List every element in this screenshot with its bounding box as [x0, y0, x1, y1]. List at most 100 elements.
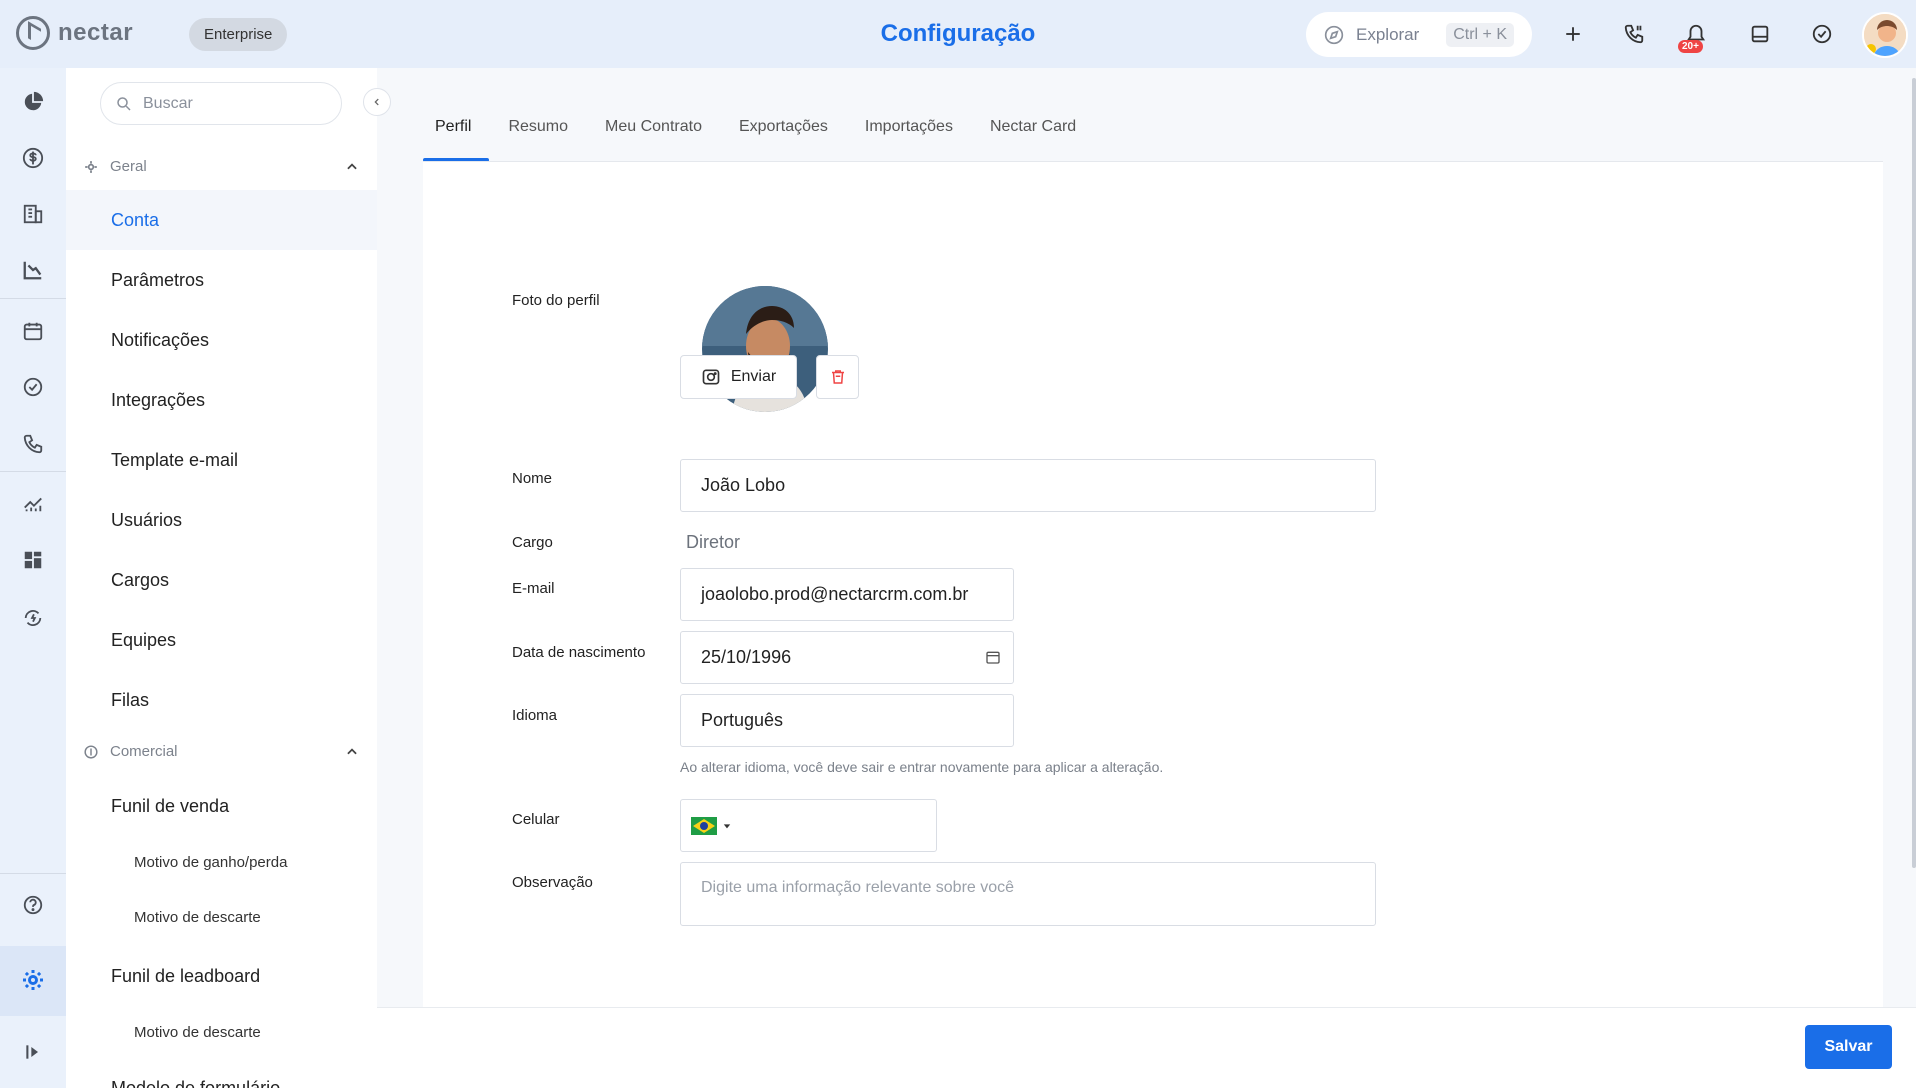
section-label: Comercial — [110, 743, 178, 760]
chevron-up-icon — [347, 162, 357, 169]
rail-companies[interactable] — [17, 198, 49, 230]
sidebar-item-usuarios[interactable]: Usuários — [111, 510, 182, 531]
rail-reports[interactable] — [17, 254, 49, 286]
language-select[interactable]: Português — [680, 694, 1014, 747]
delete-photo-button[interactable] — [816, 355, 859, 399]
app-logo[interactable]: nectar — [16, 16, 133, 50]
explore-search-button[interactable]: Explorar Ctrl + K — [1306, 12, 1532, 57]
chevron-left-icon — [374, 98, 379, 106]
calendar-icon — [23, 322, 43, 341]
rail-expand[interactable] — [17, 1036, 49, 1068]
inbox-button[interactable] — [1744, 18, 1776, 50]
chevron-up-icon — [347, 747, 357, 754]
building-icon — [23, 204, 43, 224]
search-placeholder: Buscar — [143, 94, 193, 112]
role-label: Cargo — [512, 534, 553, 551]
country-selector[interactable] — [691, 816, 731, 835]
explore-shortcut: Ctrl + K — [1446, 22, 1514, 47]
section-comercial-header[interactable]: Comercial — [84, 743, 359, 760]
add-button[interactable] — [1557, 18, 1589, 50]
section-label: Geral — [110, 158, 147, 175]
user-avatar[interactable] — [1862, 12, 1908, 58]
left-rail — [0, 68, 66, 1088]
role-value: Diretor — [686, 532, 741, 552]
dashboard-icon — [24, 551, 42, 569]
collapse-sidebar-button[interactable] — [363, 88, 391, 116]
brazil-flag-icon — [691, 816, 717, 835]
sidebar-item-cargos[interactable]: Cargos — [111, 570, 169, 591]
tasks-button[interactable] — [1806, 18, 1838, 50]
sidebar-item-notificacoes[interactable]: Notificações — [111, 330, 209, 351]
calls-button[interactable] — [1618, 18, 1650, 50]
inbox-icon — [1751, 25, 1769, 43]
sidebar-item-funil-de-venda[interactable]: Funil de venda — [111, 796, 229, 817]
camera-icon — [702, 369, 720, 385]
settings-sidebar: Buscar Geral Conta Parâmetros Notificaçõ… — [66, 68, 377, 1088]
rail-settings[interactable] — [17, 964, 49, 996]
phone-icon — [23, 434, 43, 454]
phone-input[interactable] — [680, 799, 937, 852]
tab-exportacoes[interactable]: Exportações — [727, 118, 840, 162]
section-geral-header[interactable]: Geral — [84, 158, 359, 175]
rail-tasks[interactable] — [17, 371, 49, 403]
page-scrollbar[interactable] — [1912, 78, 1916, 868]
search-icon — [117, 96, 131, 111]
email-label: E-mail — [512, 580, 555, 597]
upload-label: Enviar — [730, 368, 777, 385]
sidebar-item-modelo-formulario[interactable]: Modelo de formulário — [111, 1078, 280, 1088]
sidebar-item-parametros[interactable]: Parâmetros — [111, 270, 204, 291]
rail-widgets[interactable] — [17, 544, 49, 576]
tab-importacoes[interactable]: Importações — [853, 118, 965, 162]
sidebar-search-input[interactable]: Buscar — [100, 82, 342, 125]
email-input[interactable]: joaolobo.prod@nectarcrm.com.br — [680, 568, 1014, 621]
sidebar-subitem-motivo-ganho-perda[interactable]: Motivo de ganho/perda — [134, 854, 287, 871]
rail-dashboard[interactable] — [17, 86, 49, 118]
check-circle-icon — [1812, 24, 1832, 44]
rail-calls[interactable] — [17, 428, 49, 460]
plus-icon — [1566, 27, 1580, 41]
notes-label: Observação — [512, 874, 593, 891]
notes-textarea[interactable]: Digite uma informação relevante sobre vo… — [680, 862, 1376, 926]
name-input[interactable]: João Lobo — [680, 459, 1376, 512]
sidebar-item-conta[interactable]: Conta — [111, 210, 159, 231]
photo-label: Foto do perfil — [512, 292, 600, 309]
main-content: Perfil Resumo Meu Contrato Exportações I… — [377, 68, 1916, 1088]
rail-analytics[interactable] — [17, 487, 49, 519]
sidebar-subitem-motivo-descarte-lead[interactable]: Motivo de descarte — [134, 1024, 261, 1041]
notification-count-badge: 20+ — [1678, 40, 1703, 53]
save-button[interactable]: Salvar — [1805, 1025, 1892, 1069]
tab-perfil[interactable]: Perfil — [423, 118, 483, 162]
rail-calendar[interactable] — [17, 315, 49, 347]
birthdate-input[interactable]: 25/10/1996 — [680, 631, 1014, 684]
language-hint: Ao alterar idioma, você deve sair e entr… — [680, 759, 1164, 775]
rail-deals[interactable] — [17, 142, 49, 174]
chart-down-icon — [23, 261, 42, 280]
tab-resumo[interactable]: Resumo — [496, 118, 580, 162]
sidebar-item-integracoes[interactable]: Integrações — [111, 390, 205, 411]
check-circle-icon — [23, 377, 43, 397]
sidebar-item-funil-de-leadboard[interactable]: Funil de leadboard — [111, 966, 260, 987]
settings-tabs: Perfil Resumo Meu Contrato Exportações I… — [423, 118, 1101, 162]
rail-automation[interactable] — [17, 602, 49, 634]
upload-photo-button[interactable]: Enviar — [680, 355, 797, 399]
rail-help[interactable] — [17, 889, 49, 921]
explore-label: Explorar — [1356, 24, 1420, 44]
sidebar-item-equipes[interactable]: Equipes — [111, 630, 176, 651]
pie-chart-icon — [24, 91, 44, 111]
phone-label: Celular — [512, 811, 560, 828]
sidebar-item-template-email[interactable]: Template e-mail — [111, 450, 238, 471]
tab-meu-contrato[interactable]: Meu Contrato — [593, 118, 714, 162]
phone-icon — [1624, 24, 1644, 44]
dollar-icon — [22, 147, 44, 169]
expand-icon — [26, 1045, 38, 1059]
nectar-logo-icon — [16, 16, 50, 50]
tab-nectar-card[interactable]: Nectar Card — [978, 118, 1088, 162]
gear-icon — [23, 970, 43, 990]
sidebar-item-filas[interactable]: Filas — [111, 690, 149, 711]
calendar-icon[interactable] — [985, 649, 1001, 665]
compass-icon — [1324, 25, 1344, 44]
sidebar-subitem-motivo-descarte[interactable]: Motivo de descarte — [134, 909, 261, 926]
app-name: nectar — [58, 19, 134, 46]
sync-icon — [24, 610, 42, 626]
help-icon — [23, 895, 43, 915]
